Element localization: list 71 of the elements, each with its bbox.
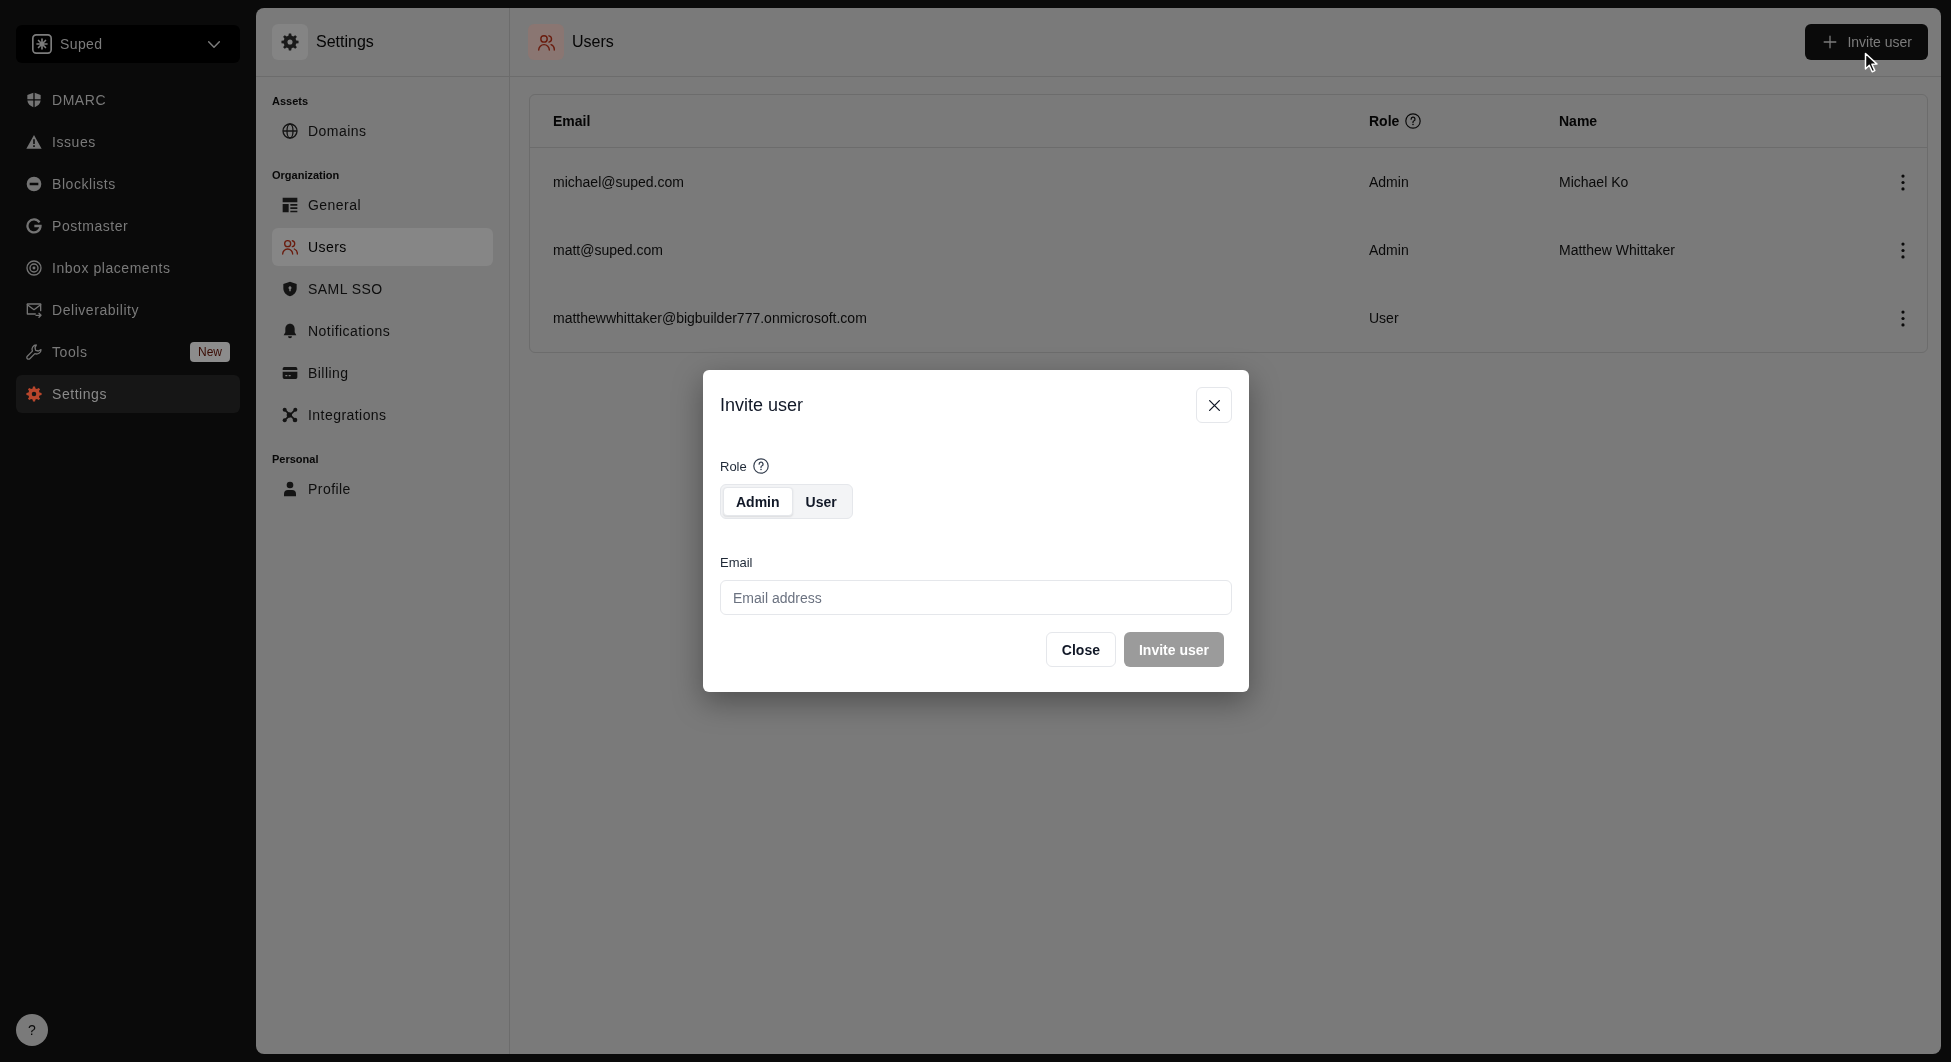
section-heading: Organization (272, 168, 341, 183)
role-option[interactable]: Admin (723, 487, 793, 516)
help-icon[interactable] (1405, 113, 1422, 129)
table-cell: matt@suped.com (553, 242, 663, 258)
sidebar-item[interactable]: Settings (16, 375, 240, 413)
settings-nav-item[interactable]: Billing (272, 354, 493, 392)
gear-icon (26, 386, 42, 402)
sidebar-item[interactable]: Inbox placements (16, 249, 240, 287)
settings-nav-item[interactable]: SAML SSO (272, 270, 493, 308)
credit-card-icon (282, 365, 298, 381)
layout-icon (282, 197, 298, 213)
asterisk-logo-icon (32, 34, 52, 54)
shield-icon (26, 92, 42, 108)
field-label: Role (720, 458, 747, 474)
kebab-menu-icon[interactable] (1901, 241, 1905, 259)
plus-icon (1823, 35, 1838, 49)
person-icon (282, 481, 298, 497)
sidebar-item[interactable]: Deliverability (16, 291, 240, 329)
email-input[interactable]: Email address (720, 580, 1232, 615)
table-cell: michael@suped.com (553, 174, 684, 190)
users-icon (282, 239, 298, 255)
table-cell: Admin (1369, 174, 1409, 190)
column-header: Name (1559, 113, 1598, 129)
help-icon[interactable] (752, 458, 769, 474)
kebab-menu-icon[interactable] (1901, 309, 1905, 327)
shield-icon (282, 281, 298, 297)
settings-nav-item[interactable]: Domains (272, 112, 493, 150)
nodes-icon (282, 407, 298, 423)
settings-nav-item[interactable]: Integrations (272, 396, 493, 434)
settings-nav-item[interactable]: General (272, 186, 493, 224)
settings-nav-item[interactable]: Users (272, 228, 493, 266)
chevron-down-icon (208, 40, 220, 48)
close-button[interactable]: Close (1045, 632, 1116, 667)
role-option[interactable]: User (792, 487, 850, 516)
pointer-cursor-icon (1864, 52, 1878, 73)
no-entry-icon (26, 176, 42, 192)
letter-g-icon (26, 218, 42, 234)
table-cell: Matthew Whittaker (1559, 242, 1675, 258)
users-icon (528, 24, 564, 60)
bell-icon (282, 323, 298, 339)
sidebar-item[interactable]: DMARC (16, 81, 240, 119)
sidebar-item[interactable]: Tools New (16, 333, 240, 371)
column-header: Role (1369, 113, 1400, 129)
dialog-title: Invite user (720, 394, 804, 416)
kebab-menu-icon[interactable] (1901, 173, 1905, 191)
page-title: Users (572, 33, 614, 51)
section-heading: Personal (272, 452, 320, 467)
panel-title: Settings (316, 33, 374, 51)
table-cell: matthewwhittaker@bigbuilder777.onmicrosoft.com (553, 310, 867, 326)
globe-icon (282, 123, 298, 139)
settings-nav-item[interactable]: Notifications (272, 312, 493, 350)
table-cell: Admin (1369, 242, 1409, 258)
table-cell: Michael Ko (1559, 174, 1629, 190)
workspace-selector[interactable]: Suped (16, 25, 240, 63)
gear-icon (272, 24, 308, 60)
close-icon (1207, 398, 1221, 412)
envelope-icon (26, 302, 42, 318)
warning-icon (26, 134, 42, 150)
column-header: Email (553, 113, 591, 129)
sidebar-item[interactable]: Postmaster (16, 207, 240, 245)
target-icon (26, 260, 42, 276)
wrench-icon (26, 344, 42, 360)
field-label: Email (720, 554, 753, 570)
table-cell: User (1369, 310, 1399, 326)
sidebar-item[interactable]: Blocklists (16, 165, 240, 203)
section-heading: Assets (272, 94, 310, 109)
sidebar-item[interactable]: Issues (16, 123, 240, 161)
invite-user-button[interactable]: Invite user (1805, 24, 1928, 60)
nav-badge: New (190, 342, 230, 362)
help-button[interactable]: ? (16, 1014, 48, 1046)
settings-nav-item[interactable]: Profile (272, 470, 493, 508)
